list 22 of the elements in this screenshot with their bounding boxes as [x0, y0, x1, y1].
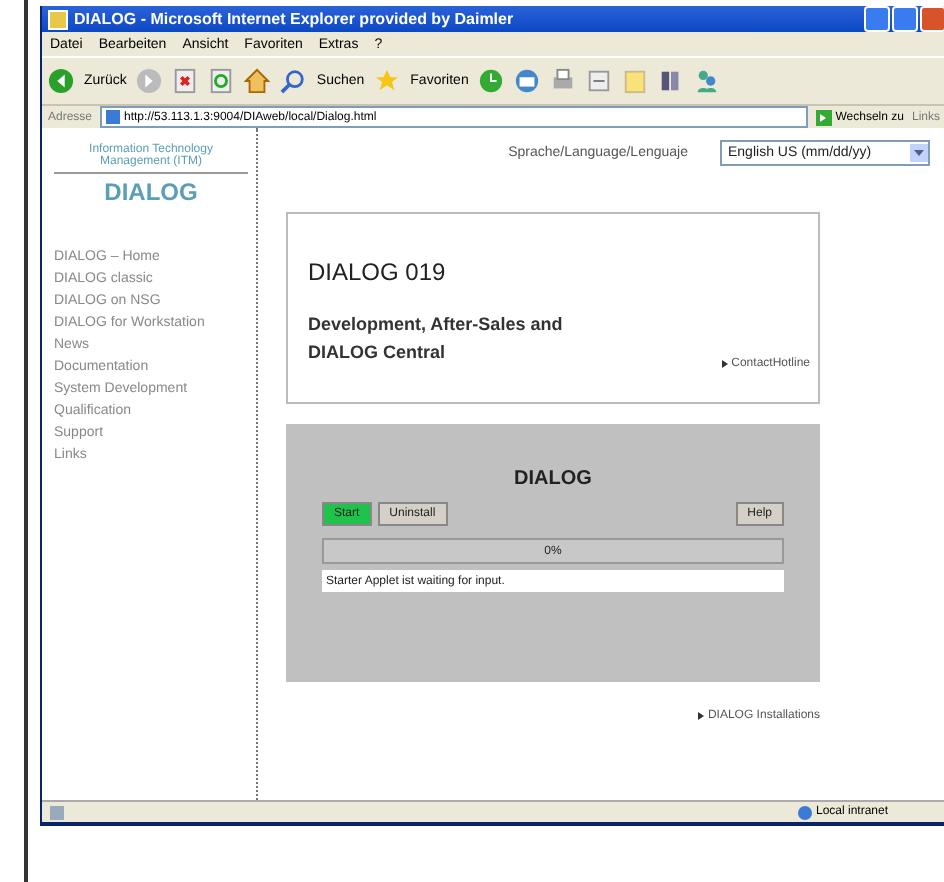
minimize-button[interactable]: [864, 6, 890, 32]
printer-icon[interactable]: [550, 68, 577, 94]
go-icon[interactable]: [815, 109, 832, 125]
maximize-button[interactable]: [892, 6, 918, 32]
home-icon[interactable]: [244, 68, 271, 94]
forward-icon[interactable]: [136, 68, 163, 94]
sidebar-title: DIALOG: [102, 178, 200, 206]
stop-icon[interactable]: [172, 68, 199, 94]
search-icon[interactable]: [280, 68, 307, 94]
bullet-icon: [697, 712, 704, 720]
applet-title: DIALOG: [512, 468, 594, 490]
close-button[interactable]: [920, 6, 944, 32]
window-title: DIALOG - Microsoft Internet Explorer provided by Daimler: [74, 10, 514, 28]
history-icon[interactable]: [478, 68, 505, 94]
back-icon[interactable]: [48, 68, 74, 94]
refresh-icon[interactable]: [208, 68, 235, 94]
star-icon[interactable]: [374, 68, 401, 94]
bullet-icon: [721, 360, 728, 368]
people-icon[interactable]: [694, 68, 721, 94]
card-title: DIALOG 019: [308, 258, 448, 286]
app-icon: [48, 9, 68, 29]
card-subtitle: Development, After-Sales and DIALOG Central: [308, 312, 565, 366]
